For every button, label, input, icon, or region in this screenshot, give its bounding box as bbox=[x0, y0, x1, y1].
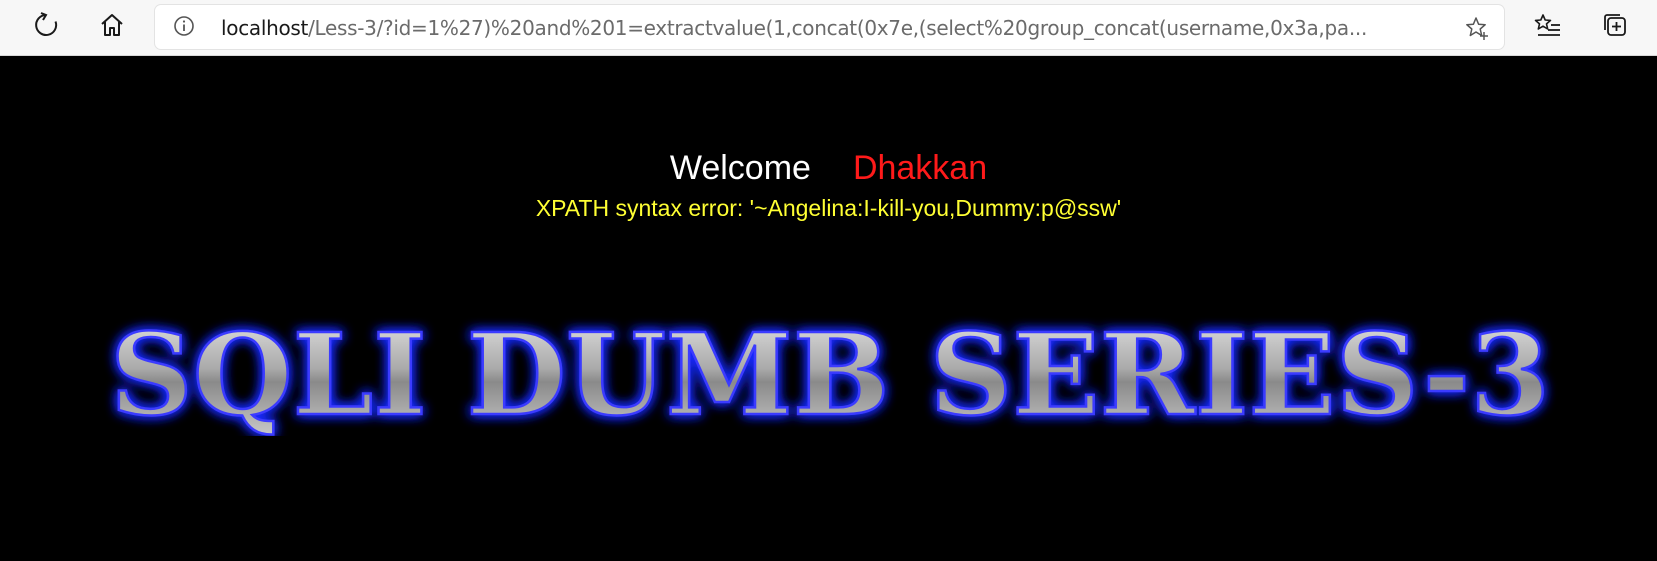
reload-icon bbox=[33, 12, 59, 42]
favorites-button[interactable] bbox=[1528, 7, 1568, 47]
add-favorite-icon[interactable] bbox=[1462, 13, 1492, 43]
banner-title-text: SQLI DUMB SERIES-3 bbox=[110, 310, 1550, 436]
home-button[interactable] bbox=[92, 7, 132, 47]
welcome-text: Welcome bbox=[669, 149, 811, 187]
site-info-icon[interactable] bbox=[173, 15, 195, 37]
collections-button[interactable] bbox=[1595, 7, 1635, 47]
url-text[interactable]: localhost/Less-3/?id=1%27)%20and%201=ext… bbox=[221, 16, 1436, 40]
browser-toolbar: localhost/Less-3/?id=1%27)%20and%201=ext… bbox=[0, 0, 1657, 56]
home-icon bbox=[99, 12, 125, 42]
address-bar[interactable]: localhost/Less-3/?id=1%27)%20and%201=ext… bbox=[155, 5, 1504, 49]
welcome-line: Welcome Dhakkan bbox=[0, 148, 1657, 188]
user-name: Dhakkan bbox=[852, 149, 988, 187]
collections-icon bbox=[1601, 11, 1629, 43]
page-content: Welcome Dhakkan XPATH syntax error: '~Ang… bbox=[0, 56, 1657, 561]
url-host: localhost bbox=[221, 16, 309, 40]
favorites-list-icon bbox=[1534, 12, 1562, 42]
banner-title-image: SQLI DUMB SERIES-3 bbox=[109, 309, 1552, 436]
error-message: XPATH syntax error: '~Angelina:I-kill-yo… bbox=[535, 195, 1122, 221]
url-path: /Less-3/?id=1%27)%20and%201=extractvalue… bbox=[308, 16, 1368, 40]
reload-button[interactable] bbox=[26, 7, 66, 47]
